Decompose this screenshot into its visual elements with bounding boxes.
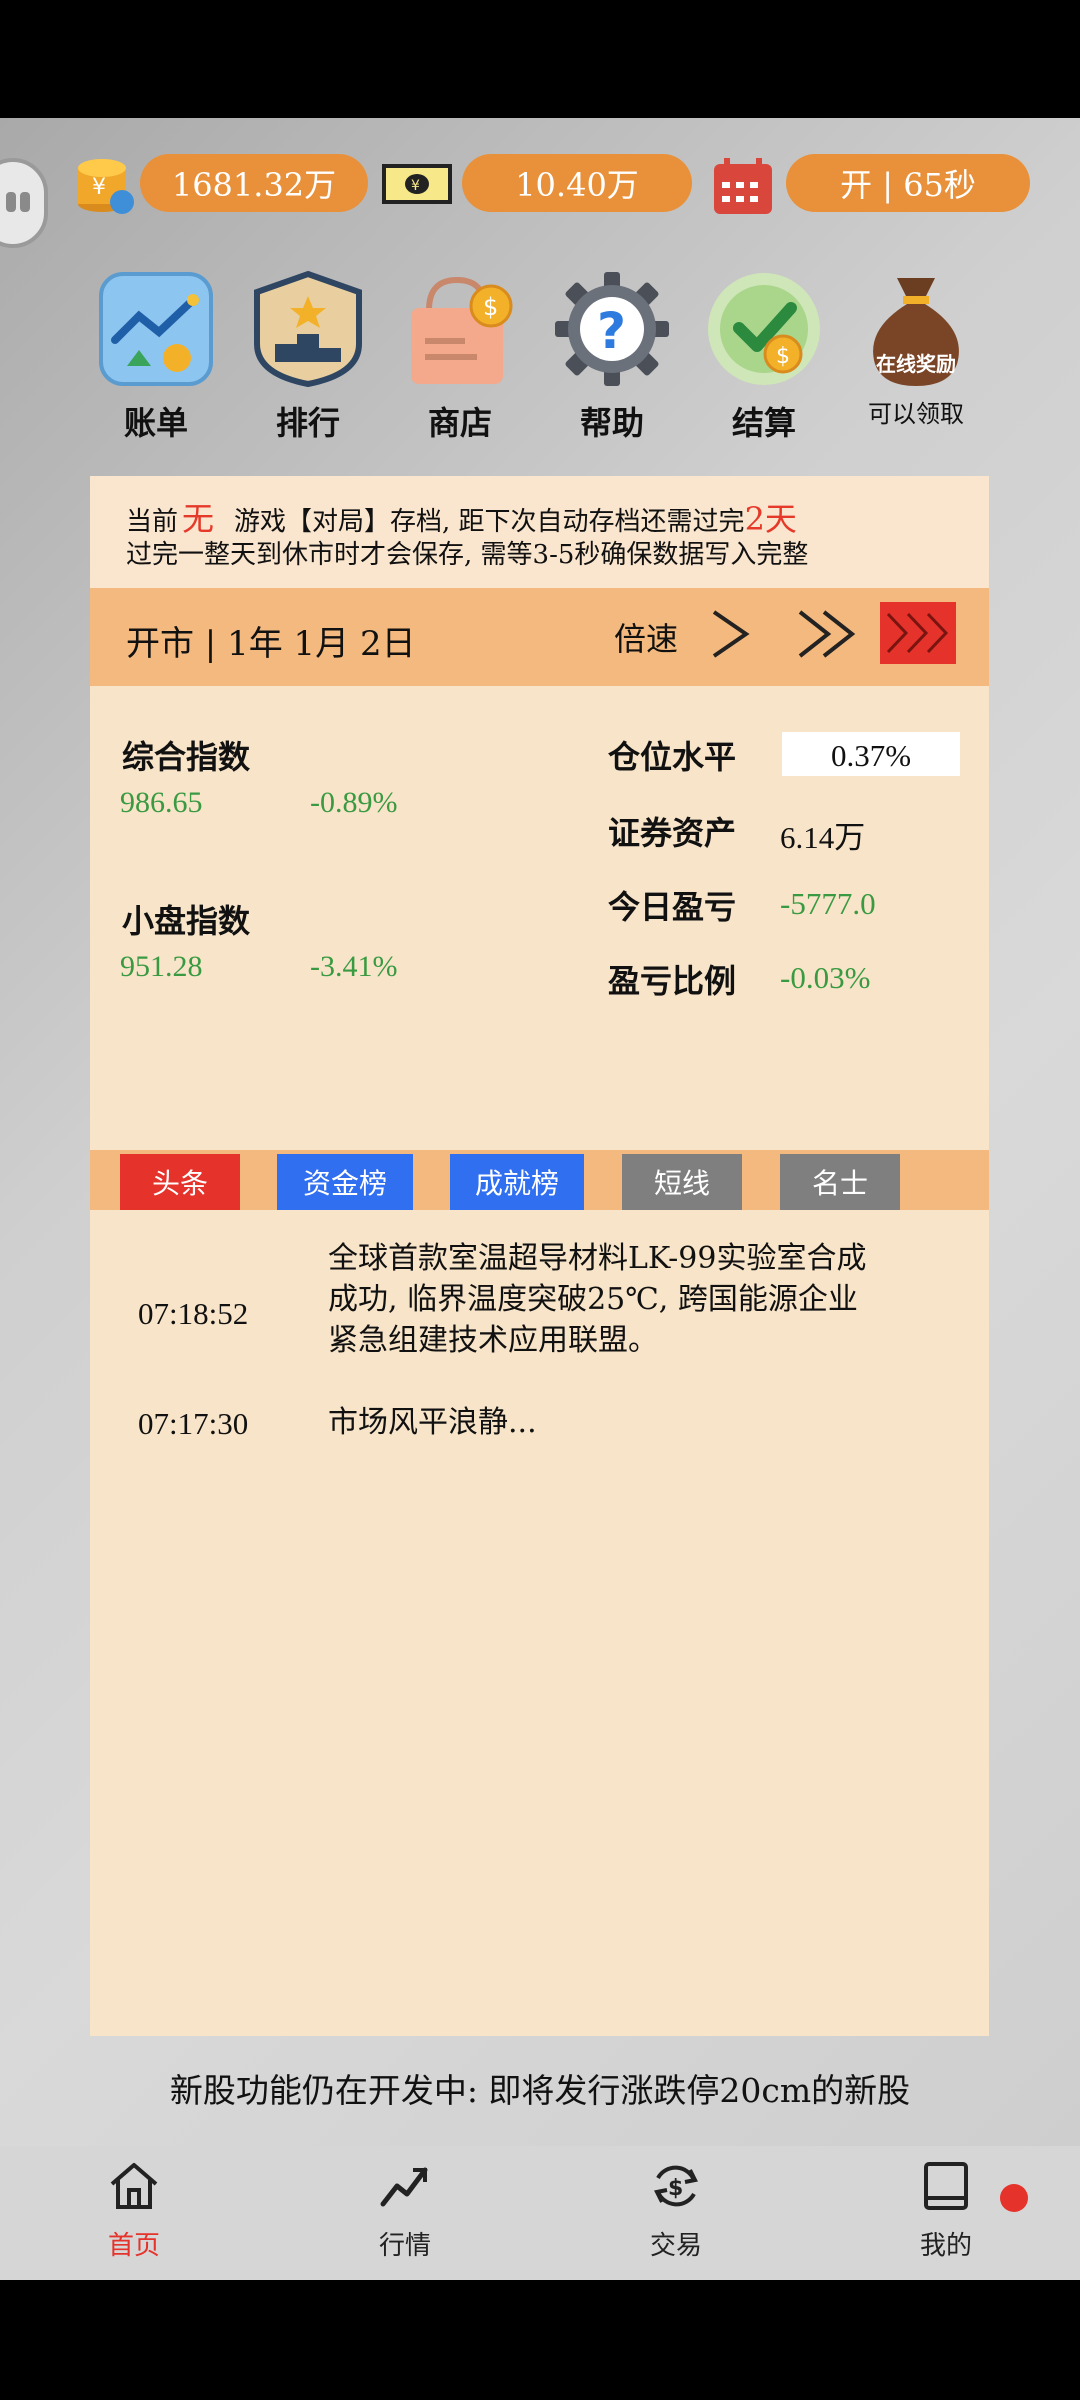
menu-help[interactable]: ? 帮助 (548, 270, 676, 444)
help-gear-icon: ? (553, 270, 671, 388)
triple-chevron-right-icon (886, 612, 949, 654)
notice-middle: 游戏【对局】存档, 距下次自动存档还需过完 (234, 507, 745, 537)
menu-online-reward-label: 可以领取 (868, 400, 964, 428)
assets-value: 6.14万 (780, 820, 866, 855)
ratio-value: -0.03% (780, 960, 871, 995)
days-remaining: 2天 (744, 500, 797, 538)
menu-bill[interactable]: 账单 (92, 270, 220, 444)
small-cap-index-change: -3.41% (310, 950, 398, 983)
exchange-dollar-icon: $ (654, 2165, 698, 2207)
save-state: 无 (182, 500, 215, 538)
menu-settle[interactable]: $ 结算 (700, 270, 828, 444)
svg-text:?: ? (597, 302, 626, 360)
chart-up-icon (97, 270, 215, 388)
game-date: 开市 | 1年 1月 2日 (126, 624, 416, 664)
pnl-label: 今日盈亏 (608, 888, 737, 926)
assets-label: 证券资产 (608, 814, 737, 852)
menu-ranking[interactable]: 排行 (244, 270, 372, 444)
money-bag-icon: 在线奖励 (857, 270, 975, 388)
speed-3x-button[interactable] (880, 602, 956, 664)
bottom-nav: 首页 行情 $ 交易 我的 (0, 2146, 1080, 2280)
handle-dots-icon (6, 192, 16, 212)
news-text-line: 紧急组建技术应用联盟。 (328, 1323, 658, 1358)
news-text-line: 全球首款室温超导材料LK-99实验室合成 (328, 1241, 867, 1276)
main-menu: 账单 排行 $ 商店 ? 帮助 $ 结算 在线奖励 可以领取 (92, 270, 1012, 450)
notice-prefix: 当前 (126, 507, 179, 537)
position-label: 仓位水平 (608, 738, 737, 776)
nav-market[interactable]: 行情 (345, 2160, 465, 2262)
side-menu-handle[interactable] (0, 158, 48, 248)
nav-market-label: 行情 (378, 2231, 431, 2261)
market-status-display: 开 | 65秒 (786, 154, 1030, 212)
speed-label: 倍速 (614, 620, 679, 658)
svg-text:$: $ (668, 2176, 683, 2201)
tab-headlines[interactable]: 头条 (120, 1154, 240, 1210)
small-cap-index-value: 951.28 (120, 950, 203, 983)
online-reward-badge: 在线奖励 (876, 352, 956, 376)
nav-home-label: 首页 (107, 2231, 160, 2261)
tab-short-term[interactable]: 短线 (622, 1154, 742, 1210)
speed-2x-button[interactable] (794, 604, 862, 664)
news-text-line: 成功, 临界温度突破25℃, 跨国能源企业 (328, 1282, 858, 1317)
small-cap-index-label: 小盘指数 (122, 902, 251, 940)
date-speed-bar: 开市 | 1年 1月 2日 倍速 (90, 588, 989, 686)
shopping-bag-icon: $ (401, 270, 519, 388)
menu-shop[interactable]: $ 商店 (396, 270, 524, 444)
menu-online-reward[interactable]: 在线奖励 可以领取 (852, 270, 980, 429)
home-icon (110, 2163, 158, 2209)
composite-index-value: 986.65 (120, 786, 203, 819)
nav-profile[interactable]: 我的 (886, 2160, 1006, 2262)
trend-icon (380, 2167, 428, 2207)
banknote-icon: ¥ (382, 162, 452, 206)
autosave-notice: 当前无游戏【对局】存档, 距下次自动存档还需过完2天 过完一整天到休市时才会保存… (90, 476, 989, 588)
menu-shop-label: 商店 (427, 404, 492, 442)
tab-achievement-ranking[interactable]: 成就榜 (450, 1154, 584, 1210)
double-chevron-right-icon (798, 610, 856, 658)
menu-bill-label: 账单 (123, 404, 188, 442)
calendar-icon (712, 156, 774, 216)
pnl-value: -5777.0 (780, 886, 876, 921)
news-tabs: 头条 资金榜 成就榜 短线 名士 (90, 1150, 989, 1210)
menu-settle-label: 结算 (731, 404, 796, 442)
game-screen: ¥ 1681.32万 ¥ 10.40万 开 | 65秒 账单 排行 $ 商店 ?… (0, 118, 1080, 2280)
chevron-right-icon (712, 610, 750, 658)
speed-1x-button[interactable] (702, 604, 762, 664)
menu-ranking-label: 排行 (275, 404, 340, 442)
position-value: 0.37% (830, 738, 912, 773)
nav-home[interactable]: 首页 (74, 2160, 194, 2262)
book-icon (924, 2162, 968, 2210)
cash-display: 10.40万 (462, 154, 692, 212)
svg-text:¥: ¥ (411, 178, 420, 194)
nav-trade-label: 交易 (649, 2231, 702, 2261)
menu-help-label: 帮助 (579, 404, 644, 442)
svg-text:$: $ (776, 344, 790, 369)
notification-dot (1000, 2184, 1028, 2212)
svg-text:¥: ¥ (92, 175, 106, 200)
ticker-message: 新股功能仍在开发中: 即将发行涨跌停20cm的新股 (169, 2071, 911, 2110)
nav-trade[interactable]: $ 交易 (616, 2160, 736, 2262)
svg-text:$: $ (483, 293, 498, 321)
coin-stack-icon: ¥ (74, 154, 136, 216)
coins-display: 1681.32万 (140, 154, 368, 212)
composite-index-change: -0.89% (310, 786, 398, 819)
checkmark-coin-icon: $ (705, 270, 823, 388)
news-time: 07:18:52 (138, 1296, 249, 1331)
tab-celebrities[interactable]: 名士 (780, 1154, 900, 1210)
news-text-line: 市场风平浪静... (328, 1405, 537, 1440)
composite-index-label: 综合指数 (122, 738, 251, 776)
news-time: 07:17:30 (138, 1406, 249, 1441)
tab-fund-ranking[interactable]: 资金榜 (277, 1154, 413, 1210)
nav-profile-label: 我的 (919, 2231, 972, 2261)
podium-icon (249, 270, 367, 388)
notice-line-2: 过完一整天到休市时才会保存, 需等3-5秒确保数据写入完整 (126, 540, 809, 570)
ratio-label: 盈亏比例 (608, 962, 737, 1000)
main-panel: 当前无游戏【对局】存档, 距下次自动存档还需过完2天 过完一整天到休市时才会保存… (90, 476, 989, 2036)
